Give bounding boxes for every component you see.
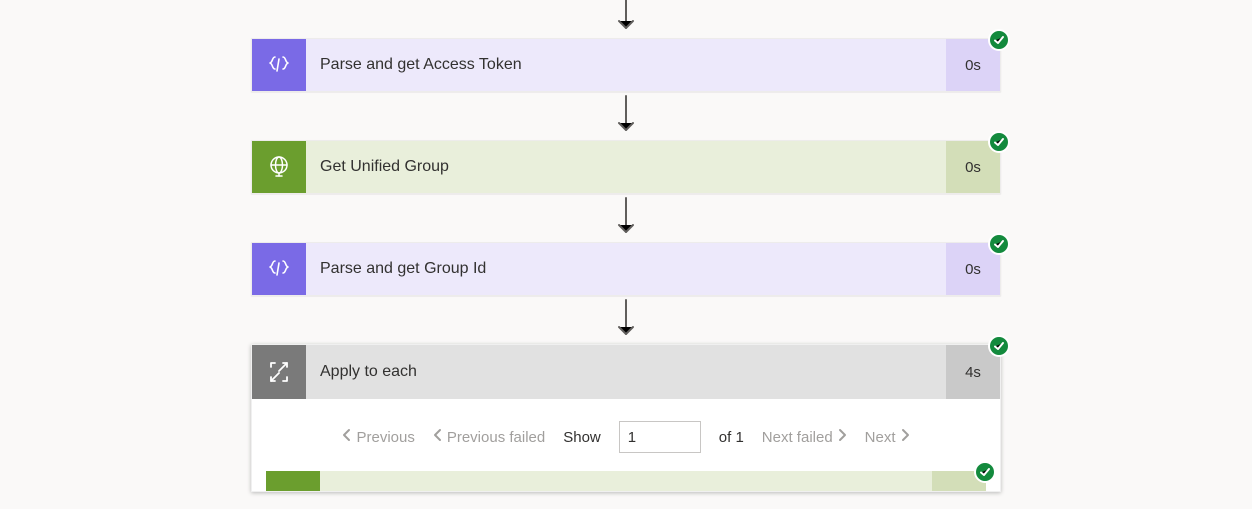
previous-failed-label: Previous failed — [447, 429, 545, 446]
step-apply-to-each[interactable]: Apply to each 4s Previous — [251, 344, 1001, 492]
next-label: Next — [865, 429, 896, 446]
step-get-unified-group[interactable]: Get Unified Group 0s — [251, 140, 1001, 194]
next-button[interactable]: Next — [865, 428, 910, 446]
connector-arrow — [251, 92, 1001, 140]
page-total: of 1 — [719, 429, 744, 446]
step-title: Parse and get Access Token — [306, 39, 946, 91]
inner-step[interactable] — [266, 471, 986, 491]
previous-button[interactable]: Previous — [342, 428, 414, 446]
connector-arrow — [251, 194, 1001, 242]
iteration-pager: Previous Previous failed Show of 1 Next … — [266, 413, 986, 471]
flow-run-canvas: Parse and get Access Token 0s — [0, 0, 1252, 509]
status-success-icon — [988, 29, 1010, 51]
next-failed-button[interactable]: Next failed — [762, 428, 847, 446]
step-title — [320, 471, 932, 491]
status-success-icon — [988, 131, 1010, 153]
previous-failed-button[interactable]: Previous failed — [433, 428, 545, 446]
status-success-icon — [988, 335, 1010, 357]
connector-arrow — [251, 0, 1001, 38]
scope-header[interactable]: Apply to each 4s — [252, 345, 1000, 399]
code-icon — [252, 243, 306, 295]
code-icon — [252, 39, 306, 91]
page-input[interactable] — [619, 421, 701, 453]
status-success-icon — [988, 233, 1010, 255]
loop-icon — [252, 345, 306, 399]
step-title: Apply to each — [306, 345, 946, 399]
chevron-right-icon — [837, 428, 847, 446]
connector-arrow — [251, 296, 1001, 344]
show-label: Show — [563, 429, 601, 446]
step-title: Parse and get Group Id — [306, 243, 946, 295]
status-success-icon — [974, 461, 996, 483]
step-parse-access-token[interactable]: Parse and get Access Token 0s — [251, 38, 1001, 92]
globe-icon — [252, 141, 306, 193]
chevron-right-icon — [900, 428, 910, 446]
previous-label: Previous — [356, 429, 414, 446]
flow-column: Parse and get Access Token 0s — [251, 0, 1001, 492]
chevron-left-icon — [433, 428, 443, 446]
globe-icon — [266, 471, 320, 491]
next-failed-label: Next failed — [762, 429, 833, 446]
step-title: Get Unified Group — [306, 141, 946, 193]
chevron-left-icon — [342, 428, 352, 446]
scope-body: Previous Previous failed Show of 1 Next … — [252, 399, 1000, 491]
step-parse-group-id[interactable]: Parse and get Group Id 0s — [251, 242, 1001, 296]
